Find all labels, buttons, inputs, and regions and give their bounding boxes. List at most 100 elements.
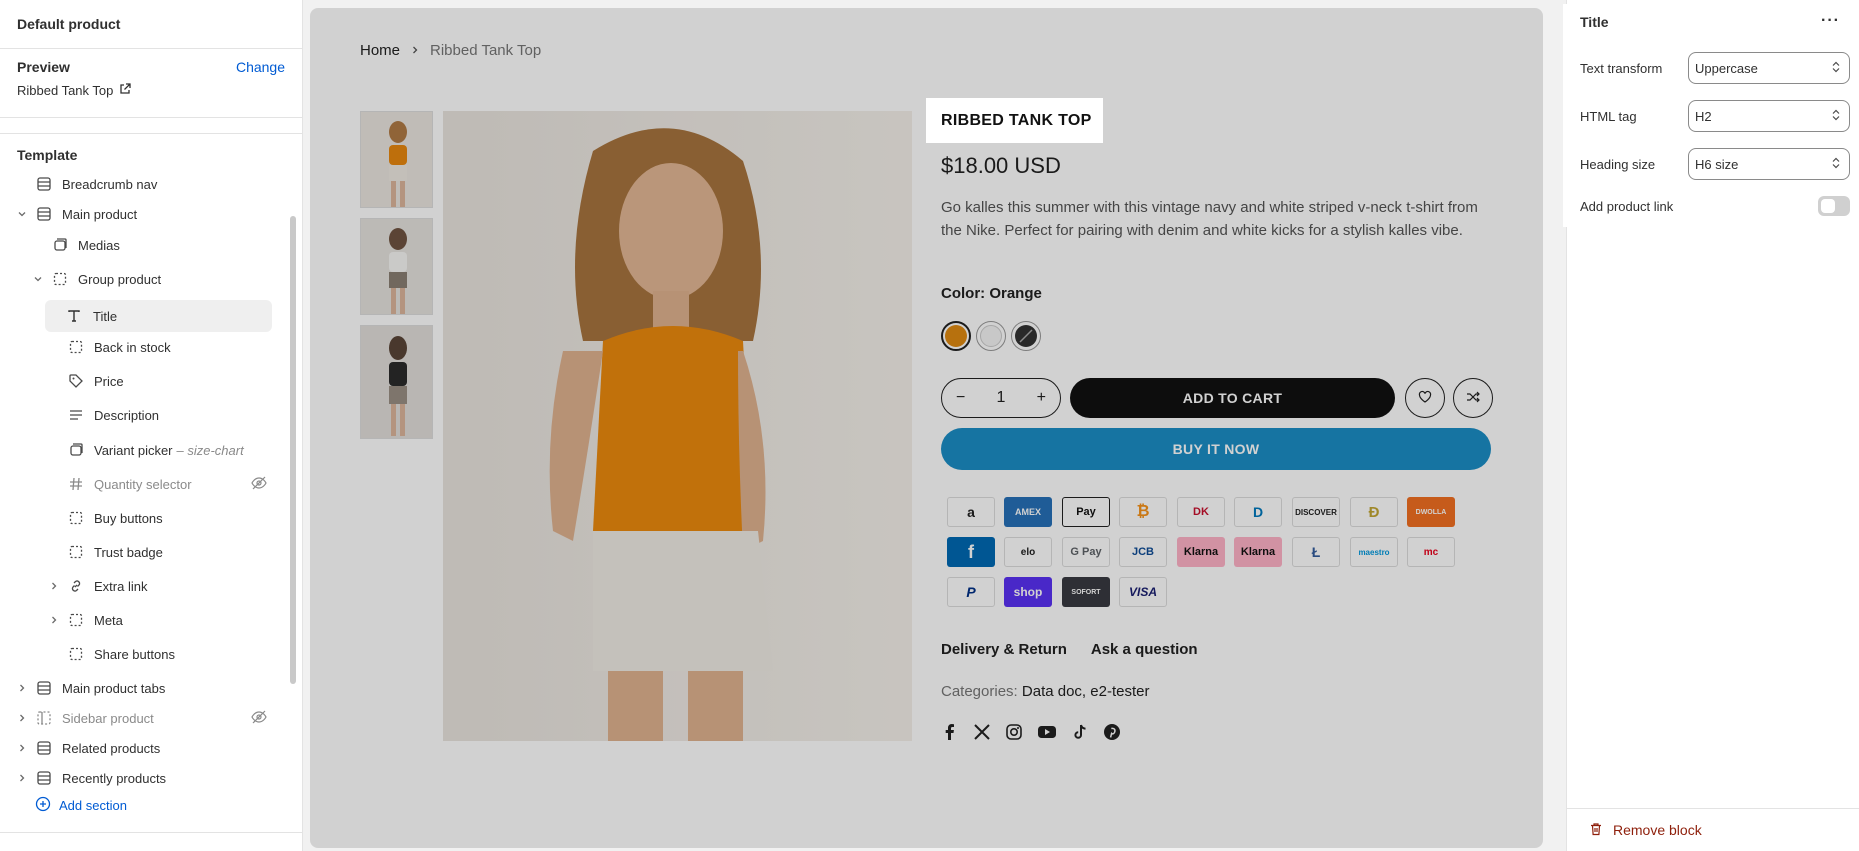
tab-ask-question[interactable]: Ask a question bbox=[1091, 641, 1198, 658]
tab-delivery-return[interactable]: Delivery & Return bbox=[941, 641, 1067, 658]
youtube-icon[interactable] bbox=[1037, 723, 1057, 744]
product-thumbnail[interactable] bbox=[360, 111, 433, 208]
tree-item-quantity-selector[interactable]: Quantity selector bbox=[67, 469, 267, 499]
tree-item-label: Meta bbox=[94, 612, 123, 628]
tree-item-main-product-tabs[interactable]: Main product tabs bbox=[20, 673, 165, 703]
add-section-button[interactable]: Add section bbox=[35, 796, 127, 815]
product-tabs: Delivery & Return Ask a question bbox=[941, 641, 1198, 658]
tree-item-price[interactable]: Price bbox=[67, 366, 124, 396]
categories-value[interactable]: Data doc, e2-tester bbox=[1022, 683, 1150, 700]
tree-item-medias[interactable]: Medias bbox=[51, 230, 120, 260]
block-icon bbox=[67, 543, 85, 561]
tree-item-title-selected[interactable]: Title bbox=[42, 296, 278, 336]
tree-item-main-product[interactable]: Main product bbox=[18, 199, 138, 229]
chevron-right-icon[interactable] bbox=[16, 772, 28, 784]
section-icon bbox=[35, 175, 53, 193]
qty-minus-button[interactable]: − bbox=[956, 389, 965, 407]
categories: Categories: Data doc, e2-tester bbox=[941, 683, 1149, 700]
tree-item-recently-products[interactable]: Recently products bbox=[20, 763, 167, 793]
eye-off-icon[interactable] bbox=[251, 709, 267, 728]
select-arrows-icon bbox=[1832, 61, 1840, 76]
chevron-right-icon[interactable] bbox=[16, 712, 28, 724]
chevron-right-icon[interactable] bbox=[48, 580, 60, 592]
tree-item-label: Main product bbox=[62, 206, 138, 222]
tree-item-label: Description bbox=[94, 407, 160, 423]
select-arrows-icon bbox=[1832, 109, 1840, 124]
text-transform-value: Uppercase bbox=[1695, 60, 1758, 76]
swatch-white[interactable] bbox=[976, 321, 1006, 351]
html-tag-row: HTML tag H2 bbox=[1580, 100, 1850, 132]
tree-item-meta[interactable]: Meta bbox=[52, 605, 123, 635]
social-icons bbox=[941, 723, 1121, 744]
heading-size-select[interactable]: H6 size bbox=[1688, 148, 1850, 180]
buy-now-button[interactable]: BUY IT NOW bbox=[941, 428, 1491, 470]
add-to-cart-button[interactable]: ADD TO CART bbox=[1070, 378, 1395, 418]
chevron-right-icon[interactable] bbox=[16, 682, 28, 694]
tree-item-label: Related products bbox=[62, 740, 161, 756]
section-icon bbox=[35, 205, 53, 223]
remove-block-button[interactable]: Remove block bbox=[1567, 808, 1859, 851]
bitcoin-icon: ₿ bbox=[1119, 497, 1167, 527]
eye-off-icon[interactable] bbox=[251, 475, 267, 494]
facebook-icon[interactable] bbox=[941, 723, 959, 744]
tree-item-share-buttons[interactable]: Share buttons bbox=[67, 639, 175, 669]
product-title[interactable]: RIBBED TANK TOP bbox=[929, 101, 1100, 140]
tree-item-description[interactable]: Description bbox=[67, 400, 159, 430]
tree-item-label: Variant picker bbox=[94, 442, 173, 458]
x-twitter-icon[interactable] bbox=[973, 723, 991, 744]
tree-item-related-products[interactable]: Related products bbox=[20, 733, 161, 763]
breadcrumb-home[interactable]: Home bbox=[360, 42, 400, 59]
chevron-down-icon[interactable] bbox=[16, 208, 28, 220]
product-thumbnail[interactable] bbox=[360, 218, 433, 315]
tree-item-label: Share buttons bbox=[94, 646, 175, 662]
compare-button[interactable] bbox=[1453, 378, 1493, 418]
preview-product[interactable]: Ribbed Tank Top bbox=[17, 83, 285, 98]
swatch-black[interactable] bbox=[1011, 321, 1041, 351]
tiktok-icon[interactable] bbox=[1071, 723, 1089, 744]
quantity-stepper: − 1 + bbox=[941, 378, 1061, 418]
dankort-icon: DK bbox=[1177, 497, 1225, 527]
tree-item-label: Recently products bbox=[62, 770, 167, 786]
block-icon bbox=[67, 645, 85, 663]
tree-item-buy-buttons[interactable]: Buy buttons bbox=[67, 503, 163, 533]
more-options-icon[interactable]: ··· bbox=[1821, 12, 1840, 30]
sidebar-scrollbar[interactable] bbox=[290, 216, 296, 684]
tree-item-group-product[interactable]: Group product bbox=[34, 264, 161, 294]
chevron-right-icon[interactable] bbox=[48, 614, 60, 626]
panel-title: Title bbox=[1580, 14, 1609, 30]
trash-icon bbox=[1589, 822, 1603, 839]
text-transform-select[interactable]: Uppercase bbox=[1688, 52, 1850, 84]
text-transform-row: Text transform Uppercase bbox=[1580, 52, 1850, 84]
swatch-orange[interactable] bbox=[941, 321, 971, 351]
product-thumbnail[interactable] bbox=[360, 325, 433, 439]
maestro-icon: maestro bbox=[1350, 537, 1398, 567]
medias-icon bbox=[51, 236, 69, 254]
tree-item-sidebar-product[interactable]: Sidebar product bbox=[20, 703, 267, 733]
tree-item-extra-link[interactable]: Extra link bbox=[52, 571, 147, 601]
tree-item-breadcrumb-nav[interactable]: Breadcrumb nav bbox=[35, 169, 157, 199]
qty-value[interactable]: 1 bbox=[997, 389, 1006, 407]
klarna-icon: Klarna bbox=[1234, 537, 1282, 567]
template-name: Default product bbox=[17, 16, 121, 32]
tree-item-variant-picker[interactable]: Variant picker – size-chart bbox=[67, 435, 244, 465]
product-main-image[interactable] bbox=[443, 111, 912, 741]
qty-plus-button[interactable]: + bbox=[1037, 389, 1046, 407]
diners-club-icon: D bbox=[1234, 497, 1282, 527]
pinterest-icon[interactable] bbox=[1103, 723, 1121, 744]
tree-item-trust-badge[interactable]: Trust badge bbox=[67, 537, 163, 567]
settings-panel: Title ··· Text transform Uppercase HTML … bbox=[1566, 0, 1859, 851]
block-settings: Title ··· Text transform Uppercase HTML … bbox=[1567, 8, 1852, 223]
chevron-right-icon[interactable] bbox=[16, 742, 28, 754]
tree-item-back-in-stock[interactable]: Back in stock bbox=[67, 332, 171, 362]
html-tag-select[interactable]: H2 bbox=[1688, 100, 1850, 132]
chevron-down-icon[interactable] bbox=[32, 273, 44, 285]
add-product-link-toggle[interactable] bbox=[1818, 196, 1850, 216]
external-link-icon[interactable] bbox=[119, 83, 132, 98]
change-preview-link[interactable]: Change bbox=[236, 59, 285, 75]
instagram-icon[interactable] bbox=[1005, 723, 1023, 744]
sidebar-section-icon bbox=[35, 709, 53, 727]
html-tag-value: H2 bbox=[1695, 108, 1712, 124]
product-price: $18.00 USD bbox=[941, 153, 1061, 178]
wishlist-button[interactable] bbox=[1405, 378, 1445, 418]
preview-product-label: Ribbed Tank Top bbox=[17, 83, 114, 98]
